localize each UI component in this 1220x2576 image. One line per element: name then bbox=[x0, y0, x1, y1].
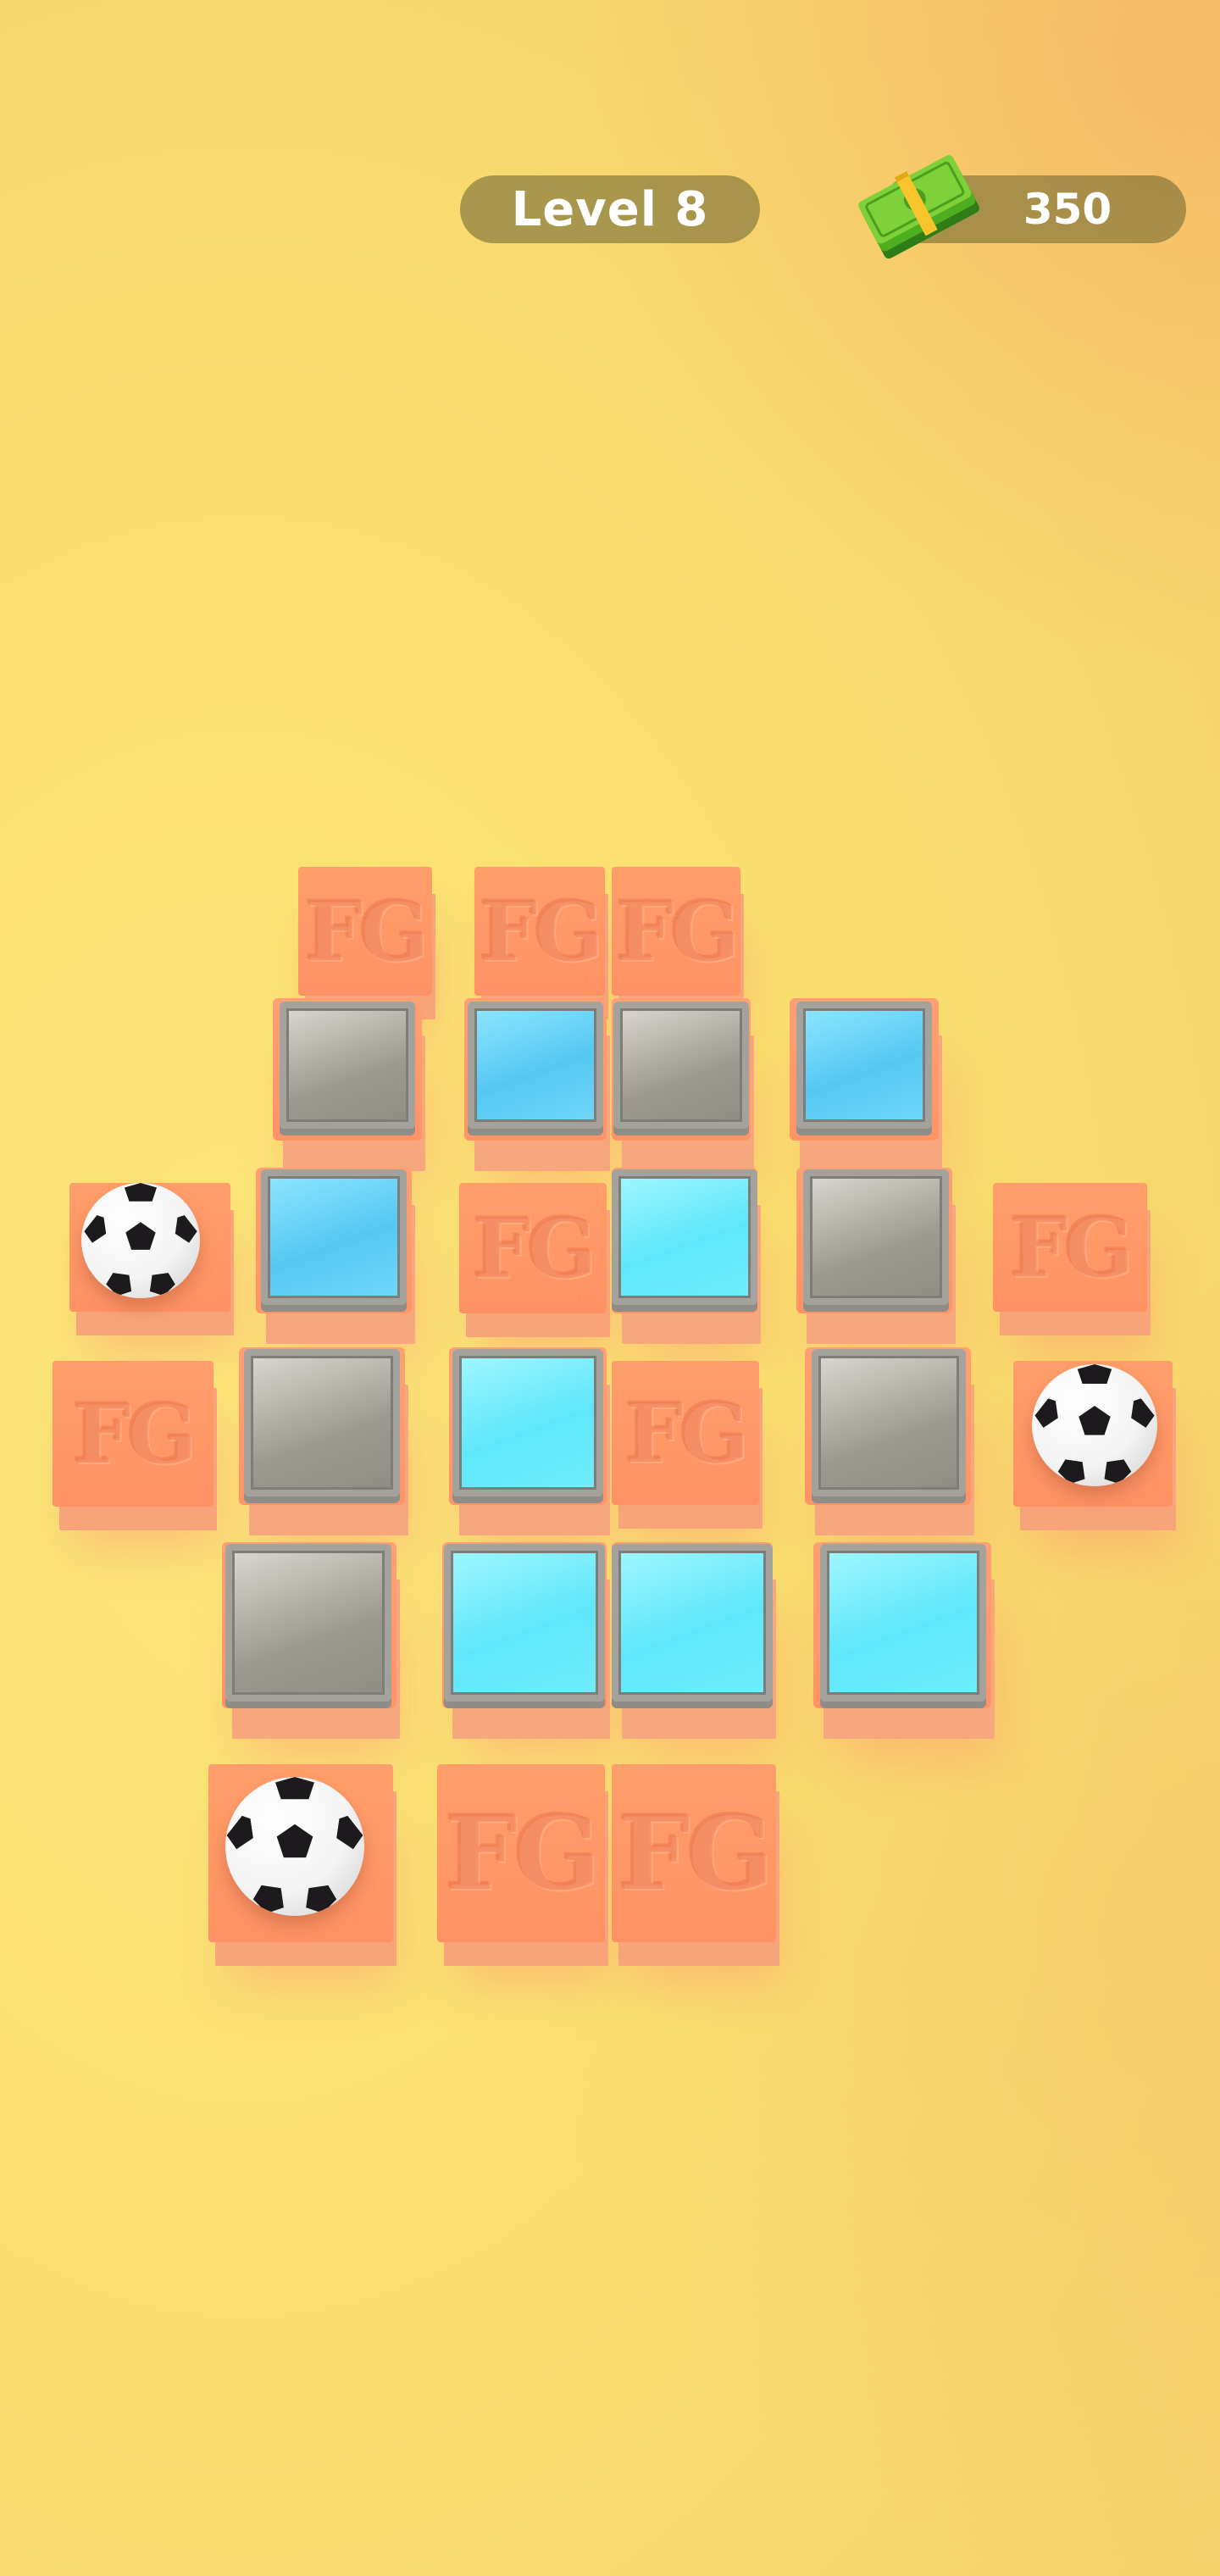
tile-base bbox=[449, 1347, 607, 1505]
fg-block: FG bbox=[612, 867, 740, 996]
soccer-ball[interactable] bbox=[81, 1183, 200, 1298]
tile-base bbox=[273, 998, 422, 1141]
pressure-tile-cyan[interactable] bbox=[612, 1169, 757, 1305]
tile-base bbox=[239, 1347, 405, 1505]
pressure-tile-gray[interactable] bbox=[280, 1002, 415, 1129]
pressure-tile-gray[interactable] bbox=[225, 1544, 391, 1702]
fg-block: FG bbox=[612, 1361, 759, 1505]
tile-base bbox=[813, 1542, 991, 1708]
ball-block bbox=[208, 1764, 393, 1942]
tile-base bbox=[790, 998, 939, 1141]
pressure-tile-cyan[interactable] bbox=[612, 1544, 773, 1702]
soccer-ball[interactable] bbox=[225, 1777, 364, 1916]
tile-base bbox=[612, 998, 751, 1141]
ball-block bbox=[1013, 1361, 1173, 1507]
pressure-tile-gray[interactable] bbox=[613, 1002, 749, 1129]
fg-block-logo: FG bbox=[472, 1200, 596, 1296]
tile-base bbox=[796, 1168, 952, 1313]
fg-block: FG bbox=[437, 1764, 605, 1942]
pressure-tile-gray[interactable] bbox=[244, 1349, 400, 1496]
tile-base bbox=[612, 1542, 773, 1708]
pressure-tile-gray[interactable] bbox=[812, 1349, 966, 1496]
tile-base bbox=[805, 1347, 971, 1505]
fg-block: FG bbox=[474, 867, 605, 996]
tile-base bbox=[464, 998, 607, 1141]
fg-block: FG bbox=[53, 1361, 214, 1507]
fg-block: FG bbox=[459, 1183, 607, 1313]
game-board: FG FG FG FG FG FG FG FG FG bbox=[0, 0, 1220, 2576]
tile-base bbox=[442, 1542, 607, 1708]
tile-base bbox=[256, 1168, 412, 1313]
pressure-tile-gray[interactable] bbox=[803, 1169, 949, 1305]
tile-base bbox=[612, 1168, 757, 1313]
fg-block-logo: FG bbox=[615, 883, 740, 980]
fg-block-logo: FG bbox=[618, 1793, 774, 1913]
pressure-tile-blue[interactable] bbox=[468, 1002, 603, 1129]
fg-block-logo: FG bbox=[624, 1385, 749, 1481]
pressure-tile-cyan[interactable] bbox=[452, 1349, 603, 1496]
fg-block: FG bbox=[993, 1183, 1147, 1312]
fg-block-logo: FG bbox=[479, 883, 603, 980]
fg-block: FG bbox=[298, 867, 432, 996]
soccer-ball[interactable] bbox=[1032, 1364, 1157, 1486]
fg-block-logo: FG bbox=[72, 1385, 197, 1482]
fg-block-logo: FG bbox=[1009, 1199, 1134, 1296]
tile-base bbox=[222, 1542, 396, 1708]
pressure-tile-blue[interactable] bbox=[261, 1169, 407, 1305]
fg-block-logo: FG bbox=[445, 1793, 601, 1913]
fg-block: FG bbox=[612, 1764, 776, 1942]
pressure-tile-cyan[interactable] bbox=[820, 1544, 986, 1702]
ball-block bbox=[69, 1183, 230, 1312]
pressure-tile-cyan[interactable] bbox=[444, 1544, 605, 1702]
pressure-tile-blue[interactable] bbox=[796, 1002, 932, 1129]
fg-block-logo: FG bbox=[304, 883, 429, 980]
